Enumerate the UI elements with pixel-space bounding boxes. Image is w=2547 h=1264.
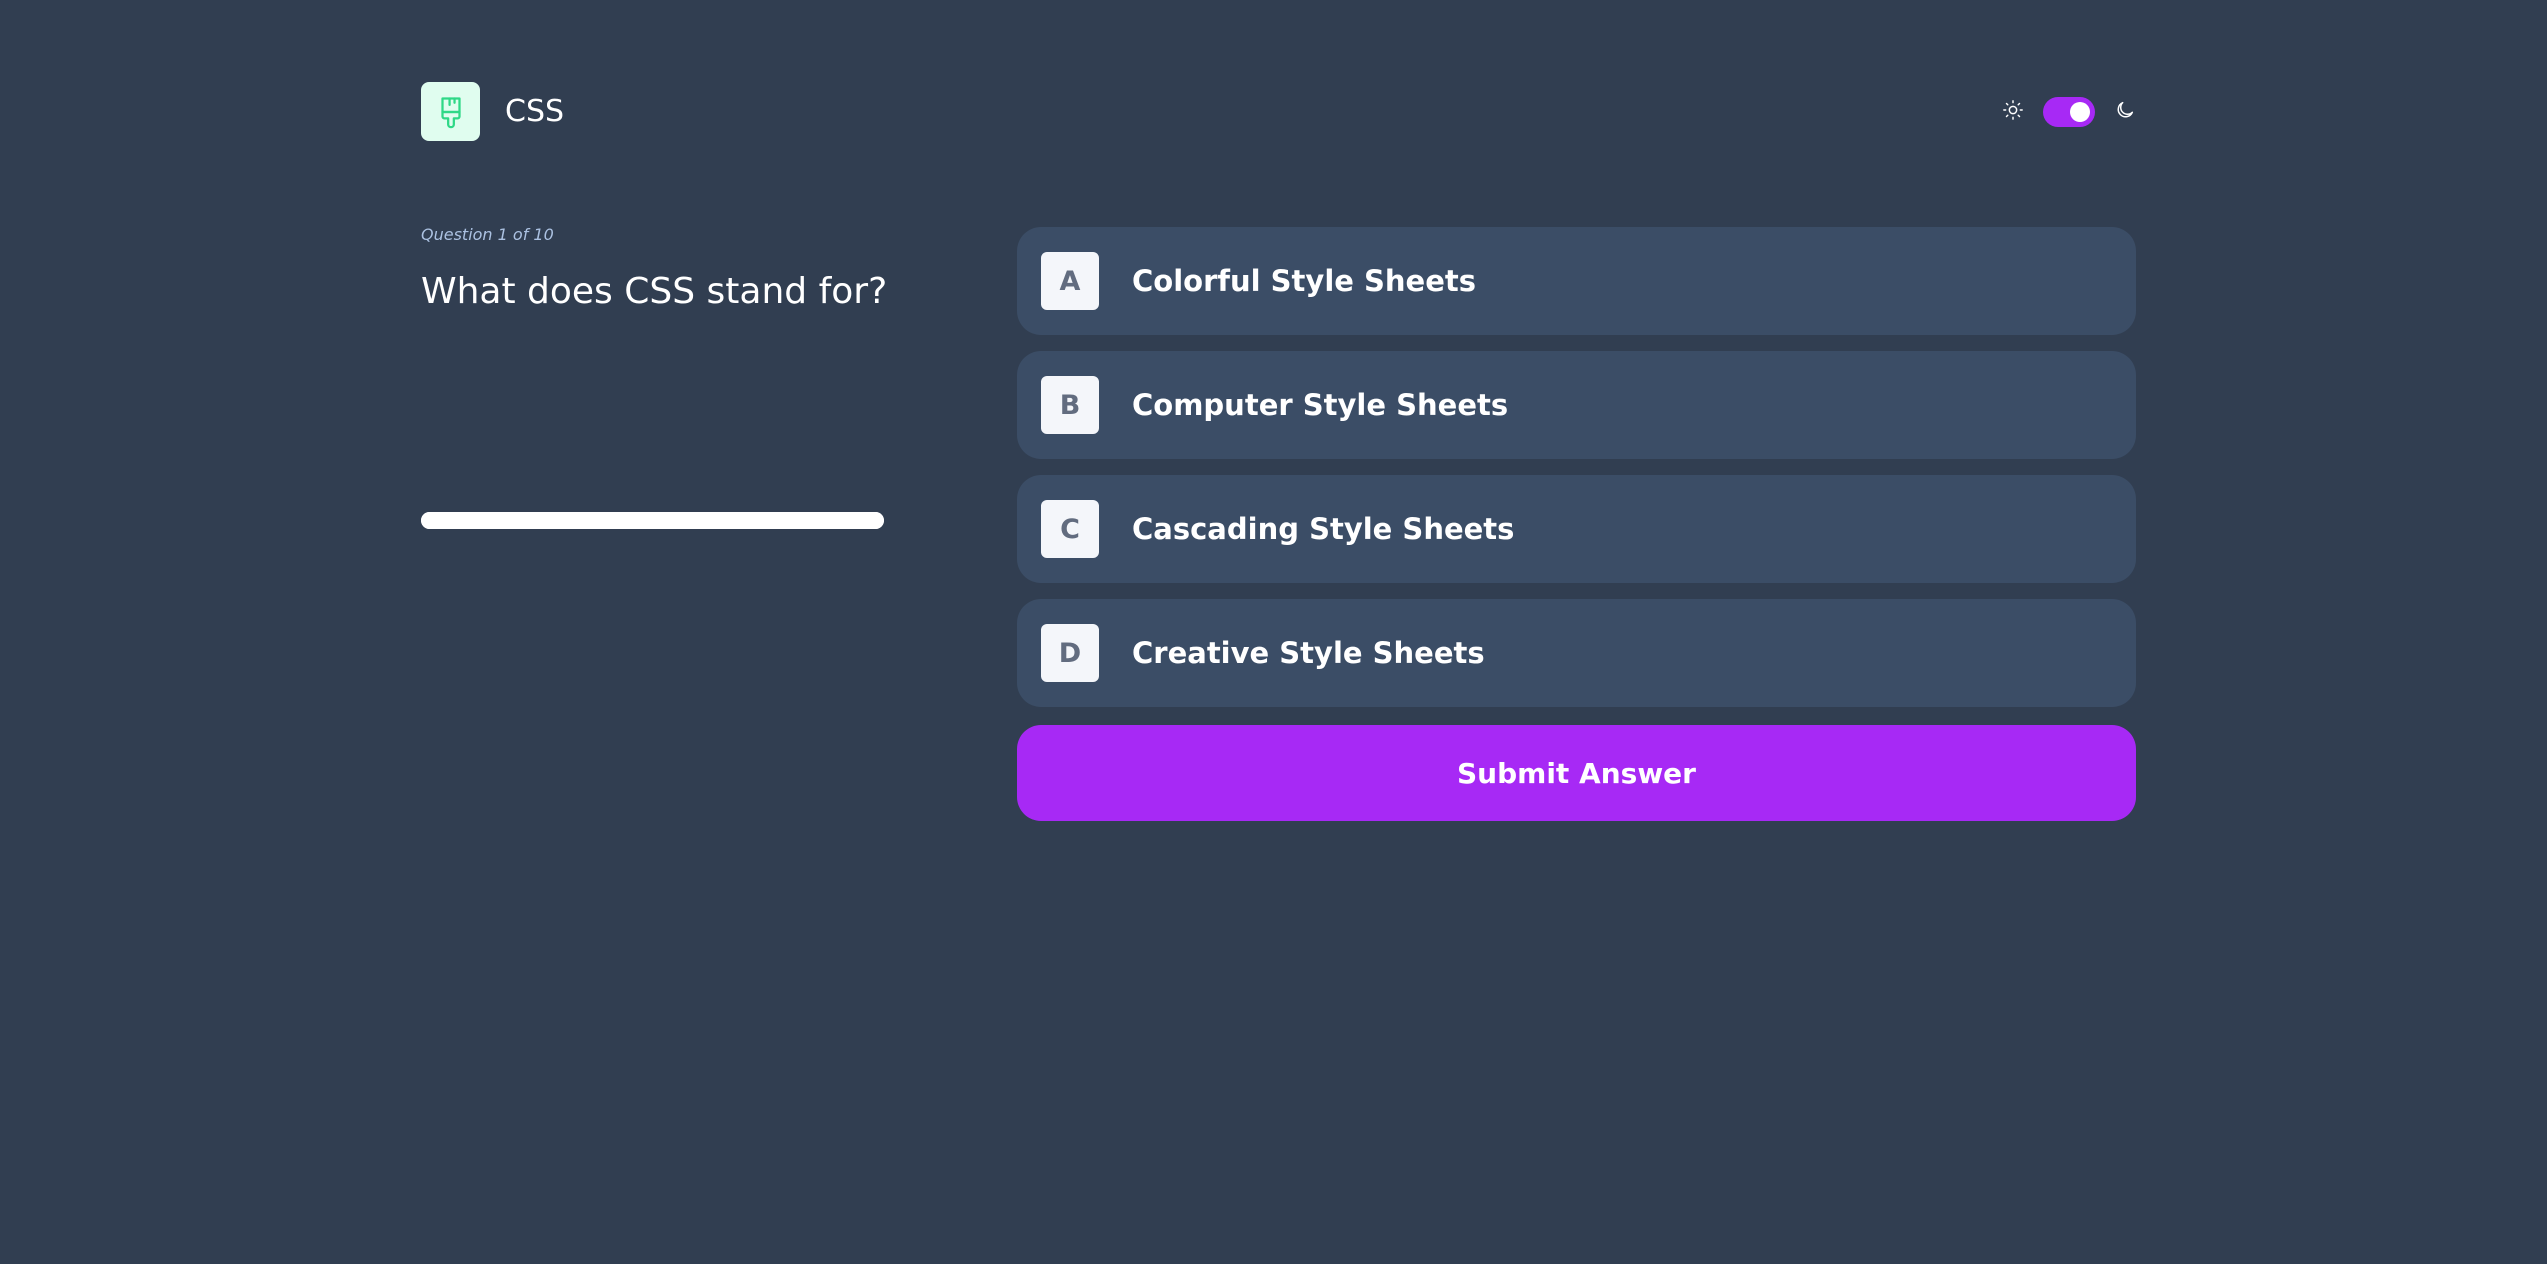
option-d[interactable]: D Creative Style Sheets — [1017, 599, 2136, 707]
dark-mode-toggle[interactable] — [2043, 96, 2095, 127]
paintbrush-icon — [421, 82, 480, 141]
app-header: CSS — [421, 82, 2136, 141]
moon-icon — [2114, 99, 2136, 125]
subject-title: CSS — [505, 94, 565, 129]
option-letter: B — [1041, 376, 1099, 434]
option-label: Creative Style Sheets — [1132, 636, 1485, 670]
option-label: Cascading Style Sheets — [1132, 512, 1515, 546]
option-label: Computer Style Sheets — [1132, 388, 1509, 422]
theme-toggle-group — [2002, 82, 2136, 141]
option-c[interactable]: C Cascading Style Sheets — [1017, 475, 2136, 583]
option-a[interactable]: A Colorful Style Sheets — [1017, 227, 2136, 335]
answer-options: A Colorful Style Sheets B Computer Style… — [1017, 227, 2136, 723]
option-letter: D — [1041, 624, 1099, 682]
submit-answer-button[interactable]: Submit Answer — [1017, 725, 2136, 821]
option-label: Colorful Style Sheets — [1132, 264, 1477, 298]
question-counter: Question 1 of 10 — [421, 225, 554, 244]
progress-fill — [421, 512, 884, 529]
option-letter: C — [1041, 500, 1099, 558]
sun-icon — [2002, 99, 2024, 125]
question-text: What does CSS stand for? — [421, 271, 888, 312]
option-b[interactable]: B Computer Style Sheets — [1017, 351, 2136, 459]
option-letter: A — [1041, 252, 1099, 310]
progress-bar — [421, 512, 884, 529]
toggle-knob — [2070, 101, 2090, 122]
subject-badge: CSS — [421, 82, 564, 141]
